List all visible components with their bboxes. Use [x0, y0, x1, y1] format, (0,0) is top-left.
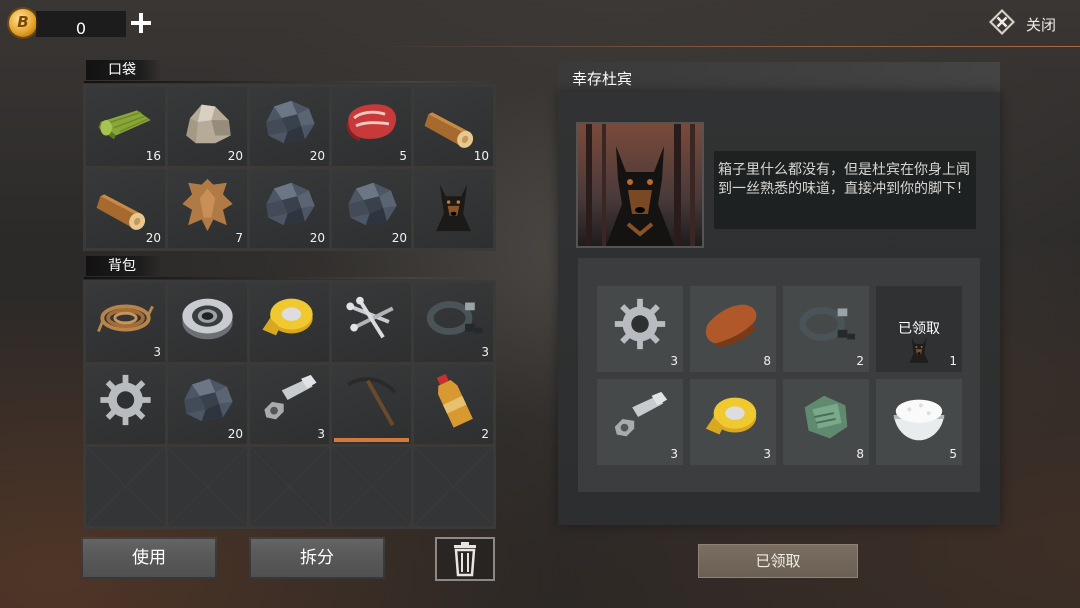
add-currency-button[interactable]: [128, 10, 154, 36]
backpack-slot[interactable]: 3: [250, 365, 329, 444]
rope-icon: [94, 289, 157, 347]
pocket-slot[interactable]: 16: [86, 87, 165, 166]
iron-ore-icon: [258, 93, 321, 151]
use-button[interactable]: 使用: [81, 537, 217, 579]
pocket-slot[interactable]: 20: [332, 169, 411, 248]
gold-coin-icon: B: [9, 9, 37, 37]
discard-button[interactable]: [435, 537, 495, 581]
backpack-slot[interactable]: [86, 365, 165, 444]
bottle-icon: [422, 371, 485, 429]
doberman-portrait: [578, 124, 702, 246]
backpack-title: 背包: [108, 258, 136, 274]
header-divider: [360, 46, 1080, 47]
cloth-scraps-icon: [795, 387, 857, 447]
iron-ore-icon: [258, 175, 321, 233]
pocket-slot[interactable]: [414, 169, 493, 248]
pocket-slot[interactable]: 20: [250, 87, 329, 166]
rice-bowl-icon: [888, 387, 950, 447]
empty-slot[interactable]: [168, 447, 247, 526]
backpack-slot[interactable]: [168, 283, 247, 362]
trash-icon: [454, 542, 476, 577]
pocket-header: 口袋: [86, 60, 162, 80]
gear-icon: [94, 371, 157, 429]
reward-slot[interactable]: 3: [690, 379, 776, 465]
backpack-slot[interactable]: 2: [414, 365, 493, 444]
cloth-roll-icon: [94, 93, 157, 151]
durability-bar: [334, 438, 409, 442]
duct-tape-icon: [258, 289, 321, 347]
leather-strip-icon: [702, 294, 764, 354]
pocket-slot[interactable]: 10: [414, 87, 493, 166]
duct-tape-icon: [702, 387, 764, 447]
backpack-grid: 3 3 20 3 2: [83, 280, 496, 529]
reward-slot[interactable]: 3: [597, 286, 683, 372]
iron-ore-icon: [340, 175, 403, 233]
pocket-grid: 16 20 20 5 10 20 7 20 20: [83, 84, 496, 251]
reward-panel-title: 幸存杜宾: [572, 70, 633, 88]
raw-meat-icon: [340, 93, 403, 151]
backpack-slot[interactable]: [250, 283, 329, 362]
currency-bar: B 0: [6, 7, 156, 39]
backpack-slot[interactable]: 3: [86, 283, 165, 362]
close-button[interactable]: 关闭: [988, 8, 1066, 38]
dog-icon: [422, 175, 485, 233]
backpack-slot[interactable]: 20: [168, 365, 247, 444]
reward-slot[interactable]: 8: [783, 379, 869, 465]
pickaxe-icon: [340, 371, 403, 429]
currency-display: 0: [36, 11, 126, 38]
wood-log-icon: [94, 175, 157, 233]
iron-ore-icon: [176, 371, 239, 429]
claimed-status: 已领取: [898, 321, 940, 337]
backpack-divider: [84, 277, 494, 279]
nails-icon: [340, 289, 403, 347]
backpack-slot[interactable]: [332, 365, 411, 444]
claim-button[interactable]: 已领取: [698, 544, 858, 578]
leather-hide-icon: [176, 175, 239, 233]
gear-icon: [609, 294, 671, 354]
reward-slot[interactable]: 8: [690, 286, 776, 372]
wood-log-icon: [422, 93, 485, 151]
pocket-divider: [84, 81, 494, 83]
reward-slot[interactable]: 5: [876, 379, 962, 465]
backpack-header: 背包: [86, 256, 162, 276]
currency-amount: 0: [75, 19, 86, 38]
bolt-nut-icon: [609, 387, 671, 447]
pocket-slot[interactable]: 20: [86, 169, 165, 248]
backpack-slot[interactable]: 3: [414, 283, 493, 362]
pocket-slot[interactable]: 5: [332, 87, 411, 166]
event-description-box: 箱子里什么都没有，但是杜宾在你身上闻到一丝熟悉的味道，直接冲到你的脚下！: [714, 151, 976, 229]
empty-slot[interactable]: [250, 447, 329, 526]
stone-icon: [176, 93, 239, 151]
cable-ring-icon: [795, 294, 857, 354]
pocket-slot[interactable]: 20: [168, 87, 247, 166]
pocket-title: 口袋: [108, 62, 136, 78]
event-portrait: [578, 124, 702, 246]
bolt-nut-icon: [258, 371, 321, 429]
close-label: 关闭: [1026, 16, 1057, 34]
split-button[interactable]: 拆分: [249, 537, 385, 579]
pocket-slot[interactable]: 7: [168, 169, 247, 248]
backpack-slot[interactable]: [332, 283, 411, 362]
reward-slot[interactable]: 2: [783, 286, 869, 372]
empty-slot[interactable]: [414, 447, 493, 526]
bearing-icon: [176, 289, 239, 347]
cable-ring-icon: [422, 289, 485, 347]
pocket-slot[interactable]: 20: [250, 169, 329, 248]
empty-slot[interactable]: [332, 447, 411, 526]
close-icon: [989, 9, 1015, 35]
event-description: 箱子里什么都没有，但是杜宾在你身上闻到一丝熟悉的味道，直接冲到你的脚下！: [718, 162, 970, 197]
empty-slot[interactable]: [86, 447, 165, 526]
reward-slot-claimed[interactable]: 已领取 1: [876, 286, 962, 372]
reward-slot[interactable]: 3: [597, 379, 683, 465]
reward-grid: 3 8 2 已领取 1 3 3 8 5: [597, 286, 962, 465]
reward-panel-header: 幸存杜宾: [558, 62, 1000, 92]
